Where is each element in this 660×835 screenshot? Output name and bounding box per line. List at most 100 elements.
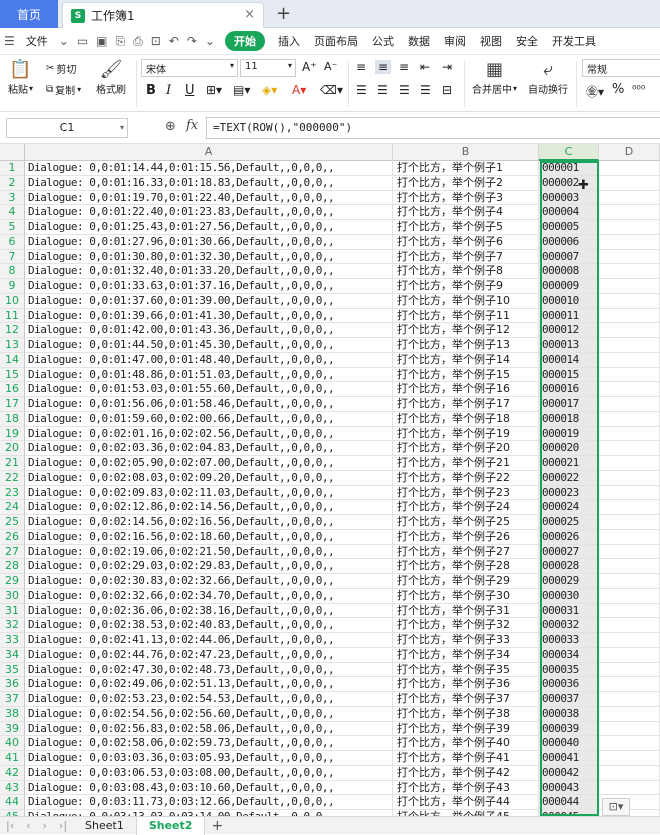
- cell-b[interactable]: 打个比方，举个例子11: [393, 308, 539, 324]
- percent-button[interactable]: %: [612, 82, 624, 97]
- cell-a[interactable]: Dialogue: 0,0:02:14.56,0:02:16.56,Defaul…: [25, 515, 393, 530]
- cell-c[interactable]: 000020: [539, 441, 599, 456]
- tab-workbook[interactable]: S 工作簿1 ×: [62, 2, 264, 28]
- cell-d[interactable]: [599, 352, 660, 368]
- cell-a[interactable]: Dialogue: 0,0:02:01.16,0:02:02.56,Defaul…: [25, 426, 393, 442]
- cell-a[interactable]: Dialogue: 0,0:02:54.56,0:02:56.60,Defaul…: [25, 706, 393, 722]
- row-header[interactable]: 5: [0, 220, 25, 235]
- cell-c[interactable]: 000043: [539, 780, 599, 796]
- cell-b[interactable]: 打个比方，举个例子34: [393, 647, 539, 663]
- cell-b[interactable]: 打个比方，举个例子43: [393, 780, 539, 796]
- cell-c[interactable]: 000035: [539, 662, 599, 678]
- redo-icon[interactable]: ↷: [183, 34, 201, 48]
- cell-b[interactable]: 打个比方，举个例子19: [393, 426, 539, 442]
- open-folder-icon[interactable]: ▭: [73, 34, 92, 48]
- cell-b[interactable]: 打个比方，举个例子36: [393, 677, 539, 692]
- menu-security[interactable]: 安全: [509, 33, 545, 49]
- zoom-search-icon[interactable]: ⊕: [165, 119, 176, 134]
- cell-a[interactable]: Dialogue: 0,0:01:33.63,0:01:37.16,Defaul…: [25, 279, 393, 294]
- last-sheet-icon[interactable]: ›|: [53, 819, 73, 832]
- outdent-icon[interactable]: ⇥: [442, 60, 452, 74]
- cell-d[interactable]: [599, 736, 660, 751]
- menu-page-layout[interactable]: 页面布局: [307, 33, 365, 49]
- cell-c[interactable]: 000029: [539, 574, 599, 589]
- cell-d[interactable]: [599, 529, 660, 545]
- cell-c[interactable]: 000019: [539, 426, 599, 442]
- cell-b[interactable]: 打个比方，举个例子26: [393, 529, 539, 545]
- tab-start[interactable]: 开始: [224, 31, 265, 51]
- cell-d[interactable]: [599, 323, 660, 338]
- cell-d[interactable]: [599, 279, 660, 294]
- indent-icon[interactable]: ⇤: [420, 60, 430, 74]
- cell-b[interactable]: 打个比方，举个例子22: [393, 470, 539, 486]
- row-header[interactable]: 30: [0, 588, 25, 604]
- cell-a[interactable]: Dialogue: 0,0:02:58.06,0:02:59.73,Defaul…: [25, 736, 393, 751]
- cell-c[interactable]: 000017: [539, 397, 599, 412]
- cell-b[interactable]: 打个比方，举个例子16: [393, 382, 539, 397]
- wrap-text-button[interactable]: ⤶ 自动换行: [528, 59, 568, 96]
- cell-a[interactable]: Dialogue: 0,0:02:08.03,0:02:09.20,Defaul…: [25, 470, 393, 486]
- menu-file[interactable]: 文件: [19, 33, 55, 49]
- cell-c[interactable]: 000018: [539, 411, 599, 427]
- cell-b[interactable]: 打个比方，举个例子7: [393, 249, 539, 265]
- row-header[interactable]: 19: [0, 426, 25, 442]
- sheet-tab-sheet2[interactable]: Sheet2: [135, 816, 206, 835]
- row-header[interactable]: 2: [0, 175, 25, 191]
- cell-b[interactable]: 打个比方，举个例子44: [393, 795, 539, 810]
- cell-d[interactable]: [599, 765, 660, 781]
- cell-d[interactable]: [599, 190, 660, 206]
- cell-b[interactable]: 打个比方，举个例子30: [393, 588, 539, 604]
- cell-b[interactable]: 打个比方，举个例子12: [393, 323, 539, 338]
- row-header[interactable]: 11: [0, 308, 25, 324]
- cell-c[interactable]: 000008: [539, 264, 599, 279]
- row-header[interactable]: 28: [0, 559, 25, 574]
- cell-c[interactable]: 000015: [539, 367, 599, 383]
- row-header[interactable]: 26: [0, 529, 25, 545]
- cell-a[interactable]: Dialogue: 0,0:01:25.43,0:01:27.56,Defaul…: [25, 220, 393, 235]
- merge-center-button[interactable]: ▦ 合并居中 ▾: [472, 59, 517, 96]
- cell-b[interactable]: 打个比方，举个例子41: [393, 751, 539, 766]
- cell-b[interactable]: 打个比方，举个例子28: [393, 559, 539, 574]
- cell-c[interactable]: 000011: [539, 308, 599, 324]
- column-header-c[interactable]: C: [539, 144, 599, 161]
- cell-c[interactable]: 000042: [539, 765, 599, 781]
- cell-d[interactable]: [599, 220, 660, 235]
- row-header[interactable]: 43: [0, 780, 25, 796]
- cell-a[interactable]: Dialogue: 0,0:02:44.76,0:02:47.23,Defaul…: [25, 647, 393, 663]
- sheet-tab-sheet1[interactable]: Sheet1: [73, 817, 136, 835]
- cell-d[interactable]: [599, 411, 660, 427]
- row-header[interactable]: 24: [0, 500, 25, 515]
- row-header[interactable]: 25: [0, 515, 25, 530]
- cell-b[interactable]: 打个比方，举个例子29: [393, 574, 539, 589]
- row-header[interactable]: 20: [0, 441, 25, 456]
- cell-b[interactable]: 打个比方，举个例子2: [393, 175, 539, 191]
- cell-a[interactable]: Dialogue: 0,0:01:42.00,0:01:43.36,Defaul…: [25, 323, 393, 338]
- cell-a[interactable]: Dialogue: 0,0:01:44.50,0:01:45.30,Defaul…: [25, 338, 393, 353]
- row-header[interactable]: 13: [0, 338, 25, 353]
- tab-home[interactable]: 首页: [0, 0, 58, 28]
- cell-d[interactable]: [599, 234, 660, 250]
- align-middle-icon[interactable]: ≡: [375, 60, 392, 74]
- cell-a[interactable]: Dialogue: 0,0:01:22.40,0:01:23.83,Defaul…: [25, 205, 393, 220]
- more-icon[interactable]: ⌄: [201, 34, 219, 48]
- row-header[interactable]: 6: [0, 234, 25, 250]
- row-header[interactable]: 15: [0, 367, 25, 383]
- cell-c[interactable]: 000044: [539, 795, 599, 810]
- cell-b[interactable]: 打个比方，举个例子24: [393, 500, 539, 515]
- row-header[interactable]: 27: [0, 544, 25, 560]
- cell-b[interactable]: 打个比方，举个例子38: [393, 706, 539, 722]
- cell-c[interactable]: 000040: [539, 736, 599, 751]
- cell-d[interactable]: [599, 706, 660, 722]
- close-icon[interactable]: ×: [244, 7, 255, 22]
- cell-a[interactable]: Dialogue: 0,0:01:56.06,0:01:58.46,Defaul…: [25, 397, 393, 412]
- cell-a[interactable]: Dialogue: 0,0:02:12.86,0:02:14.56,Defaul…: [25, 500, 393, 515]
- name-box[interactable]: C1 ▾: [6, 118, 128, 138]
- format-painter-button[interactable]: 🖌 格式刷: [96, 59, 126, 96]
- font-name-select[interactable]: 宋体 ▾: [141, 59, 238, 77]
- menu-view[interactable]: 视图: [473, 33, 509, 49]
- cell-b[interactable]: 打个比方，举个例子23: [393, 485, 539, 501]
- cell-c[interactable]: 000009: [539, 279, 599, 294]
- cell-b[interactable]: 打个比方，举个例子1: [393, 161, 539, 176]
- currency-icon[interactable]: ㊎▾: [586, 83, 604, 100]
- cell-b[interactable]: 打个比方，举个例子5: [393, 220, 539, 235]
